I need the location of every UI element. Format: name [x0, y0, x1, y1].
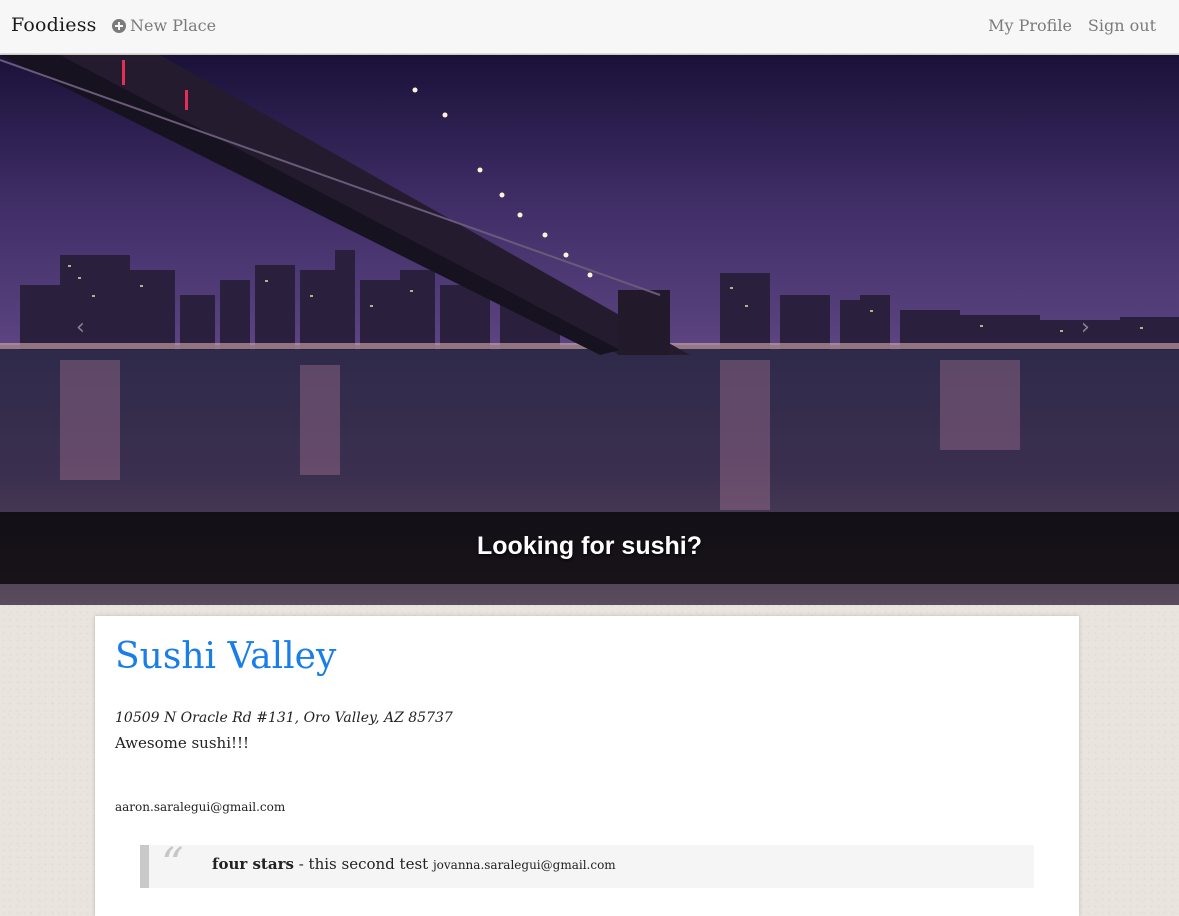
my-profile-link[interactable]: My Profile	[988, 16, 1072, 35]
new-place-link[interactable]: New Place	[112, 16, 216, 35]
quote-icon: “	[161, 839, 184, 890]
owner-email: aaron.saralegui@gmail.com	[115, 800, 286, 814]
review-quote: “ four stars - this second test jovanna.…	[140, 839, 1034, 890]
top-navbar: Foodiess New Place My Profile Sign out	[0, 0, 1179, 54]
sign-out-link[interactable]: Sign out	[1088, 16, 1156, 35]
carousel-caption: Looking for sushi?	[477, 532, 702, 560]
nav-right-links: My Profile Sign out	[988, 16, 1156, 35]
hero-carousel: ‹ › Looking for sushi?	[0, 55, 1179, 605]
place-address: 10509 N Oracle Rd #131, Oro Valley, AZ 8…	[115, 710, 453, 726]
plus-circle-icon	[112, 18, 126, 33]
new-place-label: New Place	[130, 16, 217, 35]
brand-logo[interactable]: Foodiess	[11, 14, 97, 36]
place-description: Awesome sushi!!!	[115, 734, 250, 752]
carousel-next-icon[interactable]: ›	[1081, 315, 1090, 340]
place-panel: Sushi Valley 10509 N Oracle Rd #131, Oro…	[95, 616, 1079, 916]
place-title: Sushi Valley	[115, 636, 337, 677]
review-separator: -	[293, 855, 309, 873]
review-line: four stars - this second test jovanna.sa…	[212, 855, 616, 873]
review-rating: four stars	[212, 855, 294, 873]
carousel-prev-icon[interactable]: ‹	[76, 315, 85, 340]
review-text: this second test	[308, 855, 429, 873]
review-author-email: jovanna.saralegui@gmail.com	[432, 858, 616, 872]
